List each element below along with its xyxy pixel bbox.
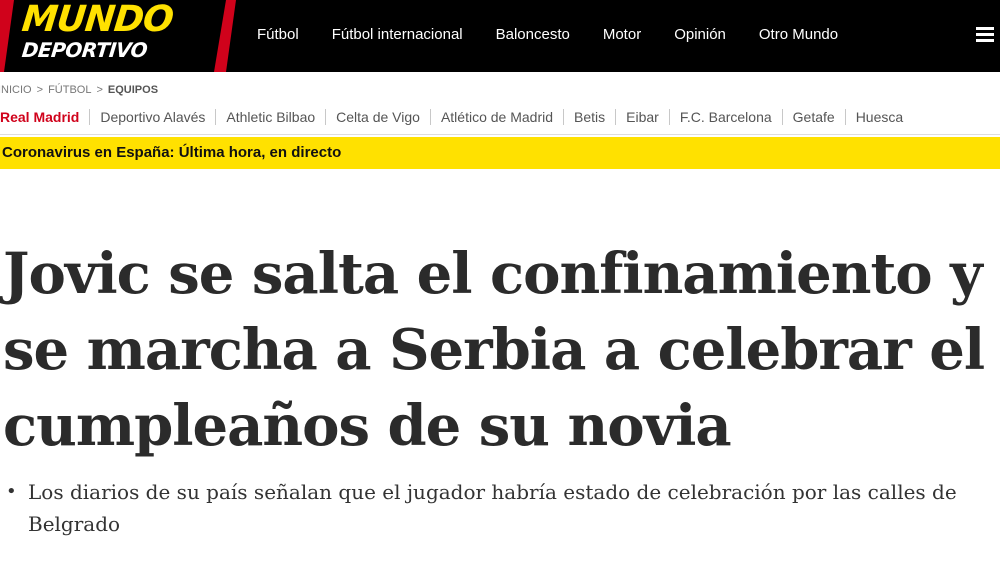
team-divider: [215, 109, 217, 125]
breadcrumb-equipos: EQUIPOS: [107, 84, 159, 96]
team-divider: [844, 109, 846, 125]
team-link-real-madrid[interactable]: Real Madrid: [0, 109, 79, 125]
site-logo[interactable]: MUNDO DEPORTIVO: [0, 0, 236, 72]
logo-text-mundo: MUNDO: [19, 0, 175, 40]
breadcrumb-futbol[interactable]: FÚTBOL: [48, 84, 91, 96]
team-link-huesca[interactable]: Huesca: [856, 109, 903, 125]
nav-item-otro-mundo[interactable]: Otro Mundo: [759, 26, 838, 43]
team-divider: [429, 109, 431, 125]
breaking-news-link[interactable]: Coronavirus en España: Última hora, en d…: [2, 144, 341, 161]
article-subtitle-text: Los diarios de su país señalan que el ju…: [28, 480, 957, 536]
logo-text-deportivo: DEPORTIVO: [20, 38, 149, 62]
bullet-icon: •: [6, 481, 17, 502]
team-link-eibar[interactable]: Eibar: [626, 109, 659, 125]
nav-item-futbol-internacional[interactable]: Fútbol internacional: [332, 26, 463, 43]
breaking-news-banner: Coronavirus en España: Última hora, en d…: [0, 137, 1000, 169]
team-link-fc-barcelona[interactable]: F.C. Barcelona: [680, 109, 772, 125]
team-divider: [89, 109, 91, 125]
top-header: MUNDO DEPORTIVO Fútbol Fútbol internacio…: [0, 0, 1000, 72]
breadcrumb-separator: >: [96, 84, 103, 96]
breadcrumb-inicio[interactable]: INICIO: [0, 84, 32, 96]
article-headline: Jovic se salta el confinamiento y se mar…: [3, 241, 985, 459]
teams-navigation: Real Madrid Deportivo Alavés Athletic Bi…: [0, 107, 1000, 127]
team-divider: [615, 109, 617, 125]
team-link-athletic-bilbao[interactable]: Athletic Bilbao: [226, 109, 315, 125]
team-link-celta-de-vigo[interactable]: Celta de Vigo: [336, 109, 420, 125]
team-link-deportivo-alaves[interactable]: Deportivo Alavés: [100, 109, 205, 125]
team-link-atletico-de-madrid[interactable]: Atlético de Madrid: [441, 109, 553, 125]
main-navigation: Fútbol Fútbol internacional Baloncesto M…: [257, 26, 871, 43]
breadcrumb: INICIO > FÚTBOL > EQUIPOS: [0, 84, 158, 96]
team-divider: [668, 109, 670, 125]
nav-item-futbol[interactable]: Fútbol: [257, 26, 299, 43]
nav-item-baloncesto[interactable]: Baloncesto: [496, 26, 570, 43]
breadcrumb-separator: >: [36, 84, 44, 96]
team-link-betis[interactable]: Betis: [574, 109, 605, 125]
team-divider: [781, 109, 783, 125]
teams-bottom-divider: [0, 134, 1000, 135]
team-link-getafe[interactable]: Getafe: [793, 109, 835, 125]
article-subtitle: • Los diarios de su país señalan que el …: [6, 476, 996, 540]
nav-item-opinion[interactable]: Opinión: [674, 26, 726, 43]
nav-item-motor[interactable]: Motor: [603, 26, 641, 43]
team-divider: [563, 109, 565, 125]
team-divider: [325, 109, 327, 125]
hamburger-menu-icon[interactable]: [976, 27, 994, 43]
